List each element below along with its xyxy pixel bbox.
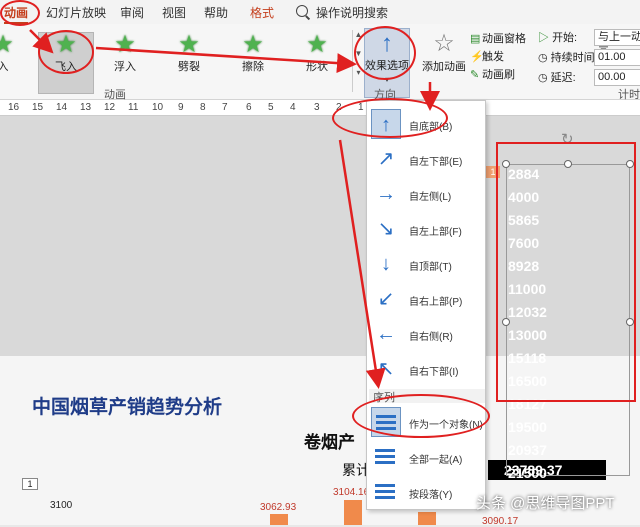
horizontal-ruler: 16 15 14 13 12 11 10 9 8 7 6 5 4 3 2 1: [0, 100, 640, 116]
ribbon-tab-bar: 动画 幻灯片放映 审阅 视图 帮助 格式 操作说明搜索: [0, 0, 640, 24]
tell-me-search[interactable]: 操作说明搜索: [316, 4, 388, 21]
star-icon: ★: [178, 31, 200, 58]
star-icon: ★: [242, 31, 264, 58]
clock-icon: ◷: [538, 52, 548, 64]
column-number: 20937: [508, 442, 547, 458]
tab-view[interactable]: 视图: [162, 4, 186, 21]
direction-from-right[interactable]: ← 自右侧(R): [369, 317, 485, 352]
bar-value: 3104.16: [333, 487, 370, 498]
tab-help[interactable]: 帮助: [204, 4, 228, 21]
add-star-icon: ☆: [433, 30, 455, 57]
direction-from-top-left[interactable]: ↘ 自左上部(F): [369, 212, 485, 247]
trigger-button[interactable]: ⚡触发: [470, 48, 526, 66]
animation-shape[interactable]: ★ 形状: [292, 32, 342, 74]
all-at-once-icon: [371, 442, 401, 472]
start-select[interactable]: 与上一动画...: [594, 29, 640, 58]
animation-float-in[interactable]: ★ 浮入: [100, 32, 150, 74]
slide-title[interactable]: 中国烟草产销趋势分析: [32, 392, 222, 419]
arrow-down-icon: ↓: [381, 253, 391, 275]
tab-slideshow[interactable]: 幻灯片放映: [46, 4, 106, 21]
animation-partial[interactable]: ★ 入: [0, 32, 28, 74]
chart-bar: [270, 514, 288, 525]
bar-value: 3090.17: [482, 516, 519, 527]
star-icon: ★: [306, 31, 328, 58]
animation-painter-button[interactable]: ✎ 动画刷: [470, 66, 526, 84]
chart-subtitle-left: 卷烟产: [304, 433, 355, 452]
annotation-circle: [38, 30, 94, 74]
annotation-circle: [352, 394, 490, 438]
sequence-by-paragraph[interactable]: 按段落(Y): [369, 475, 485, 510]
add-animation-button[interactable]: ☆ 添加动画: [420, 30, 468, 74]
effect-options-menu: ↑ 自底部(B) ↗ 自左下部(E) → 自左侧(L) ↘ 自左上部(F) ↓ …: [366, 100, 486, 510]
annotation-circle: [354, 26, 416, 80]
column-number: 19500: [508, 419, 547, 435]
animation-pane-button[interactable]: ▤ 动画窗格: [470, 30, 526, 48]
arrow-down-right-icon: ↘: [377, 218, 395, 240]
direction-from-left[interactable]: → 自左侧(L): [369, 177, 485, 212]
arrow-down-left-icon: ↙: [377, 288, 395, 310]
slide-number-badge: 1: [22, 478, 38, 490]
trigger-icon: ⚡: [470, 51, 484, 63]
arrow-up-right-icon: ↗: [377, 148, 395, 170]
watermark: 头条 @思维导图PPT: [476, 495, 615, 512]
play-icon: ▷: [538, 32, 549, 44]
direction-from-top[interactable]: ↓ 自顶部(T): [369, 247, 485, 282]
tab-review[interactable]: 审阅: [120, 4, 144, 21]
delay-input[interactable]: 00.00: [594, 69, 640, 86]
annotation-circle: [0, 0, 40, 26]
animation-wipe[interactable]: ★ 擦除: [228, 32, 278, 74]
column-number: 21500: [508, 465, 547, 481]
search-icon[interactable]: [296, 5, 308, 17]
axis-value: 3100: [50, 500, 73, 511]
sequence-all-at-once[interactable]: 全部一起(A): [369, 440, 485, 475]
star-icon: ★: [114, 31, 136, 58]
arrow-right-icon: →: [376, 183, 396, 205]
direction-from-bottom-right[interactable]: ↖ 自右下部(I): [369, 352, 485, 387]
advanced-animation-group: ▤ 动画窗格 ⚡触发 ✎ 动画刷: [470, 30, 526, 84]
timing-group: ▷ 开始:与上一动画... ◷ 持续时间:01.00 ◷ 延迟:00.00: [538, 28, 640, 88]
arrow-left-icon: ←: [376, 323, 396, 345]
tab-format[interactable]: 格式: [250, 4, 274, 21]
chart-bar: [418, 512, 436, 525]
annotation-circle: [332, 98, 448, 138]
delay-icon: ◷: [538, 72, 548, 84]
duration-input[interactable]: 01.00: [594, 49, 640, 66]
ribbon: ★ 入 ★ 飞入 ★ 浮入 ★ 劈裂 ★ 擦除 ★ 形状 ▲ ▼ ▾ ↑ 效果选…: [0, 24, 640, 101]
star-icon: ★: [0, 31, 14, 58]
direction-from-top-right[interactable]: ↙ 自右上部(P): [369, 282, 485, 317]
chart-bar: [344, 500, 362, 525]
pane-icon: ▤: [470, 33, 481, 45]
bar-value: 3062.93: [260, 502, 297, 513]
animation-split[interactable]: ★ 劈裂: [164, 32, 214, 74]
direction-from-bottom-left[interactable]: ↗ 自左下部(E): [369, 142, 485, 177]
brush-icon: ✎: [470, 69, 480, 81]
by-paragraph-icon: [371, 477, 401, 507]
arrow-up-left-icon: ↖: [377, 358, 395, 380]
annotation-rect: [496, 142, 636, 402]
